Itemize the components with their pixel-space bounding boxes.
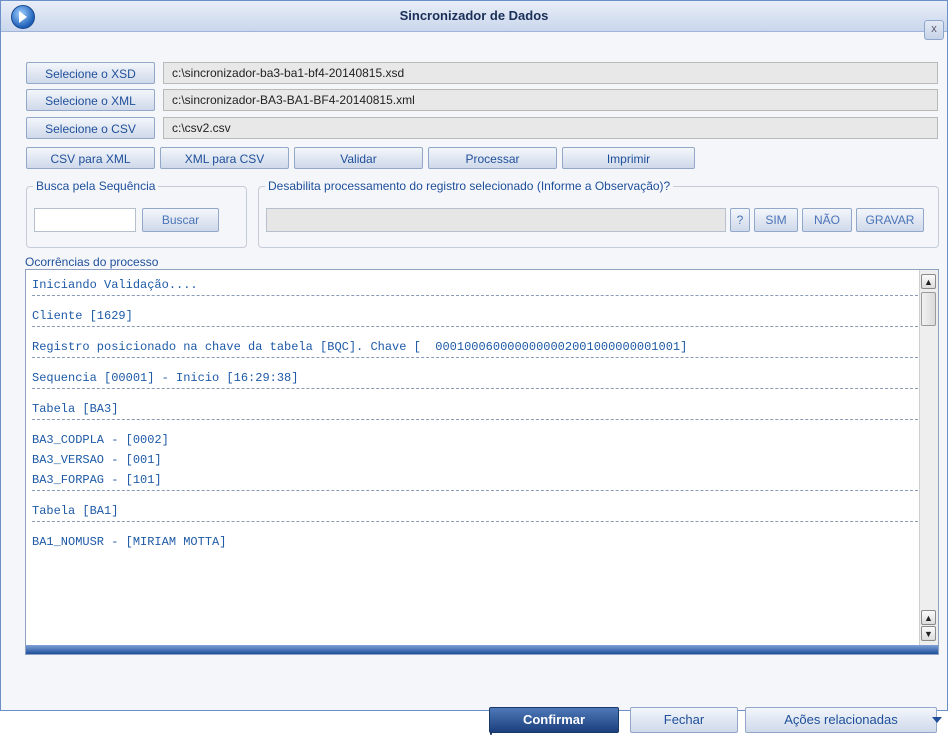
log-line: BA3_FORPAG - [101] [32, 473, 162, 487]
log-lines: Iniciando Validação.... Cliente [1629] R… [32, 275, 918, 552]
yes-button[interactable]: SIM [754, 208, 798, 232]
log-separator [32, 521, 918, 524]
search-sequence-legend: Busca pela Sequência [36, 179, 156, 193]
process-occurrences-label: Ocorrências do processo [25, 255, 159, 269]
search-button[interactable]: Buscar [142, 208, 219, 232]
title-bar: Sincronizador de Dados [1, 1, 947, 32]
print-button[interactable]: Imprimir [562, 147, 695, 169]
xml-to-csv-button[interactable]: XML para CSV [160, 147, 289, 169]
log-separator [32, 490, 918, 493]
csv-path-field[interactable]: c:\csv2.csv [163, 117, 938, 139]
no-button[interactable]: NÃO [802, 208, 852, 232]
disable-processing-legend: Desabilita processamento do registro sel… [268, 179, 671, 193]
log-line: Cliente [1629] [32, 309, 133, 323]
xml-path-field[interactable]: c:\sincronizador-BA3-BA1-BF4-20140815.xm… [163, 89, 938, 111]
log-line: Tabela [BA1] [32, 504, 119, 518]
sequence-input[interactable] [34, 208, 136, 232]
log-line: Tabela [BA3] [32, 402, 119, 416]
xsd-path-field[interactable]: c:\sincronizador-ba3-ba1-bf4-20140815.xs… [163, 62, 938, 84]
csv-to-xml-button[interactable]: CSV para XML [26, 147, 155, 169]
process-button[interactable]: Processar [428, 147, 557, 169]
log-separator [32, 357, 918, 360]
scroll-down-arrow-icon[interactable]: ▼ [921, 626, 936, 641]
help-button[interactable]: ? [730, 208, 750, 232]
save-button[interactable]: GRAVAR [856, 208, 924, 232]
log-scrollbar[interactable]: ▲ ▲ ▼ [919, 270, 938, 646]
observation-input[interactable] [266, 208, 726, 232]
log-line: Sequencia [00001] - Inicio [16:29:38] [32, 371, 299, 385]
progress-bar [26, 645, 938, 654]
log-separator [32, 419, 918, 422]
select-xml-button[interactable]: Selecione o XML [26, 89, 155, 111]
log-line: BA1_NOMUSR - [MIRIAM MOTTA] [32, 535, 227, 549]
log-separator [32, 388, 918, 391]
select-csv-button[interactable]: Selecione o CSV [26, 117, 155, 139]
log-separator [32, 295, 918, 298]
scroll-up-arrow-icon[interactable]: ▲ [921, 274, 936, 289]
log-line: BA3_CODPLA - [0002] [32, 433, 169, 447]
validate-button[interactable]: Validar [294, 147, 423, 169]
log-line: BA3_VERSAO - [001] [32, 453, 162, 467]
window-title: Sincronizador de Dados [399, 8, 549, 23]
log-line: Registro posicionado na chave da tabela … [32, 340, 688, 354]
related-actions-label: Ações relacionadas [784, 712, 898, 727]
chevron-down-icon [932, 717, 942, 723]
log-separator [32, 326, 918, 329]
select-xsd-button[interactable]: Selecione o XSD [26, 62, 155, 84]
process-log[interactable]: Iniciando Validação.... Cliente [1629] R… [25, 269, 939, 655]
scroll-thumb[interactable] [921, 292, 936, 326]
close-button[interactable]: x [924, 20, 944, 40]
log-line: Iniciando Validação.... [32, 278, 198, 292]
sync-dialog: Sincronizador de Dados x Selecione o XSD… [0, 0, 948, 735]
scroll-up-arrow-icon[interactable]: ▲ [921, 610, 936, 625]
